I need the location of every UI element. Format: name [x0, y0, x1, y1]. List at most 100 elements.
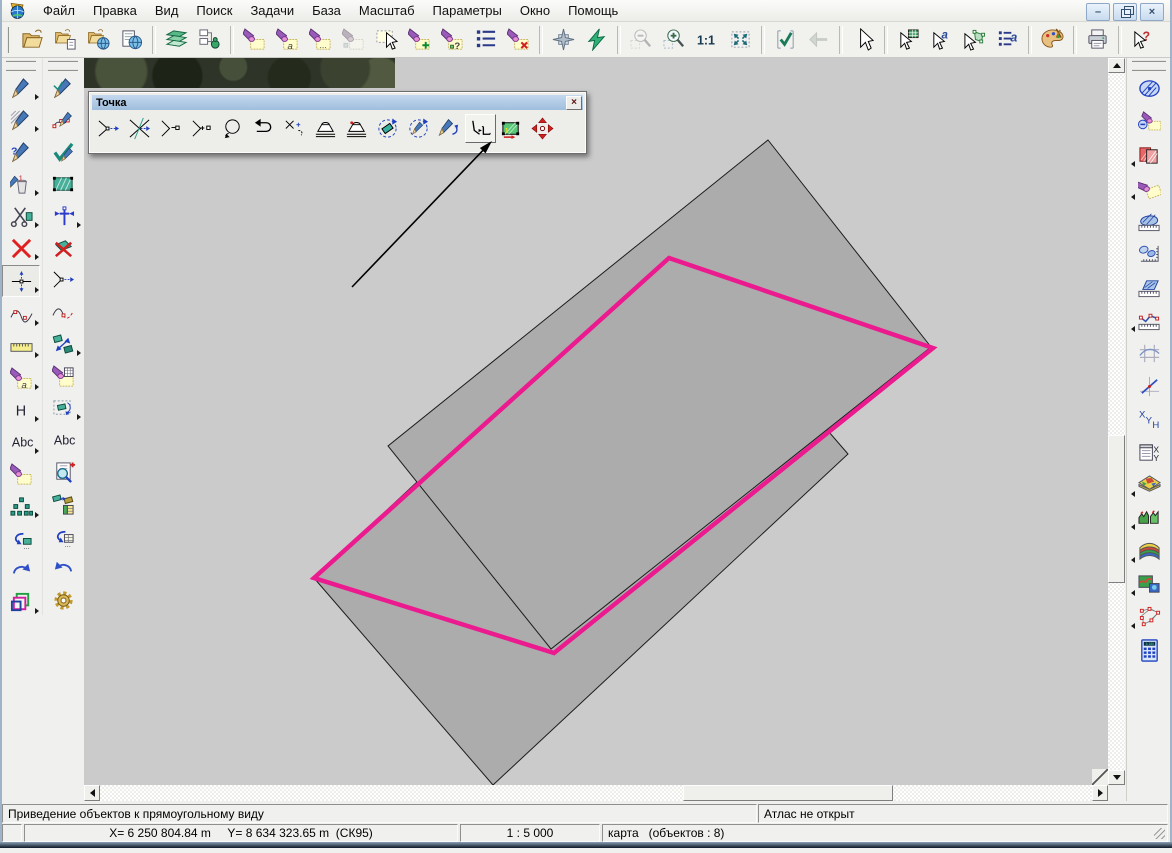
point-toolbar-close-button[interactable]: × [566, 96, 582, 110]
pencil-ok-button[interactable] [45, 137, 81, 167]
toolbar-grip[interactable] [6, 60, 36, 71]
zoom-in-button[interactable] [658, 25, 691, 55]
spotlight-a2-button[interactable]: a [3, 363, 39, 393]
point-reverse-button[interactable] [248, 114, 279, 143]
pointer-help-button[interactable]: ? [1126, 25, 1159, 55]
rects-red-button[interactable] [1131, 140, 1167, 170]
abc-text-button[interactable]: Abc [3, 427, 39, 457]
pencil-query-button[interactable]: ? [3, 137, 39, 167]
point-smooth-vertex-button[interactable] [341, 114, 372, 143]
fit-extent-button[interactable] [724, 25, 757, 55]
spotlight-sel-button[interactable] [3, 459, 39, 489]
spotlight-plus-button[interactable] [403, 25, 436, 55]
polyline-measure-button[interactable] [1131, 305, 1167, 335]
ellipse-hatched-button[interactable] [1131, 74, 1167, 104]
topology-join-button[interactable] [45, 201, 81, 231]
delete-cross-button[interactable] [3, 233, 39, 263]
pencil-bucket-button[interactable]: 1 [3, 169, 39, 199]
point-close-loop-button[interactable] [217, 114, 248, 143]
pointer-polygon-button[interactable] [958, 25, 991, 55]
menu-item-Окно[interactable]: Окно [511, 1, 559, 20]
move-point-button[interactable] [2, 265, 40, 297]
curve-points-button[interactable] [3, 299, 39, 329]
folder-copy-button[interactable] [49, 25, 82, 55]
spotlight-faded-button[interactable] [337, 25, 370, 55]
triangulation-net-button[interactable] [1131, 602, 1167, 632]
scroll-left-button[interactable] [84, 785, 100, 801]
menu-item-Вид[interactable]: Вид [146, 1, 188, 20]
rotate-any-button[interactable] [403, 114, 434, 143]
undo-arrow-button[interactable] [45, 553, 81, 583]
rotate-object-button[interactable] [372, 114, 403, 143]
vertical-scroll-thumb[interactable] [1108, 435, 1125, 583]
close-button[interactable]: × [1140, 3, 1164, 21]
scroll-up-button[interactable] [1108, 58, 1125, 73]
raster-images-button[interactable] [1131, 569, 1167, 599]
compass-3d-button[interactable] [547, 25, 580, 55]
measure-shapes-button[interactable] [45, 329, 81, 359]
pointer-table-button[interactable] [892, 25, 925, 55]
pointer-text-button[interactable]: a [925, 25, 958, 55]
point-create-button[interactable] [279, 114, 310, 143]
point-delete-button[interactable] [155, 114, 186, 143]
scale-1-1-button[interactable]: 1:1 [691, 25, 724, 55]
point-toolbar-titlebar[interactable]: Точка × [92, 95, 583, 110]
menu-item-Помощь[interactable]: Помощь [559, 1, 627, 20]
pencil-button[interactable] [3, 73, 39, 103]
toolbar-grip[interactable] [7, 27, 13, 53]
back-arrow-button[interactable] [802, 25, 835, 55]
point-toolbar[interactable]: Точка × 1 [88, 91, 587, 154]
terrain-models-button[interactable] [1131, 503, 1167, 533]
menu-item-Поиск[interactable]: Поиск [187, 1, 241, 20]
delete-shape-button[interactable] [45, 233, 81, 263]
calculator-button[interactable]: 5.180 [1131, 635, 1167, 665]
globe-folder-button[interactable] [82, 25, 115, 55]
spotlight-dots-button[interactable]: ... [304, 25, 337, 55]
toolbar-grip[interactable] [48, 60, 78, 71]
menu-item-База[interactable]: База [303, 1, 350, 20]
menu-item-Задачи[interactable]: Задачи [241, 1, 303, 20]
undo-object-button[interactable]: ... [3, 523, 39, 553]
scroll-down-button[interactable] [1108, 770, 1125, 785]
menu-item-Файл[interactable]: Файл [34, 1, 84, 20]
point-next-button[interactable] [93, 114, 124, 143]
spotlight-remove-button[interactable] [502, 25, 535, 55]
move-object-button[interactable] [527, 114, 558, 143]
slope-line-button[interactable] [1131, 371, 1167, 401]
scroll-right-button[interactable] [1092, 785, 1108, 801]
doc-search-button[interactable] [45, 457, 81, 487]
map-canvas[interactable] [84, 58, 1108, 785]
globe-doc-button[interactable] [115, 25, 148, 55]
list-text-button[interactable]: a [991, 25, 1024, 55]
scale-panel[interactable]: 1 : 5 000 [460, 824, 600, 842]
curve-grid-button[interactable] [1131, 338, 1167, 368]
parallelogram-measure-button[interactable] [1131, 272, 1167, 302]
palette-button[interactable] [1036, 25, 1069, 55]
marquee-select-button[interactable] [370, 25, 403, 55]
spotlight-button[interactable] [238, 25, 271, 55]
toolbar-grip[interactable] [1132, 60, 1166, 71]
point-cross-button[interactable] [124, 114, 155, 143]
spotlight-minus-button[interactable] [1131, 107, 1167, 137]
minimize-button[interactable]: – [1086, 3, 1110, 21]
abc-text2-button[interactable]: Abc [45, 425, 81, 455]
hatch-rect-button[interactable] [45, 169, 81, 199]
h-letter-button[interactable]: H [3, 395, 39, 425]
curve-dashed-button[interactable] [45, 297, 81, 327]
rotate-marquee-button[interactable] [45, 393, 81, 423]
vertical-scrollbar[interactable] [1108, 58, 1125, 785]
gear-button[interactable] [45, 585, 81, 615]
overlap-squares-button[interactable] [3, 587, 39, 617]
tree-view-button[interactable] [193, 25, 226, 55]
incline-object-button[interactable] [434, 114, 465, 143]
spotlight-grid-button[interactable] [45, 361, 81, 391]
pencil-check-button[interactable] [45, 73, 81, 103]
lightning-button[interactable] [580, 25, 613, 55]
geology-layers-button[interactable] [1131, 536, 1167, 566]
point-smooth-button[interactable] [310, 114, 341, 143]
relief-map-button[interactable] [1131, 470, 1167, 500]
scissors-button[interactable] [3, 201, 39, 231]
folder-open-button[interactable] [16, 25, 49, 55]
zoom-out-button[interactable] [625, 25, 658, 55]
select-list-button[interactable] [469, 25, 502, 55]
